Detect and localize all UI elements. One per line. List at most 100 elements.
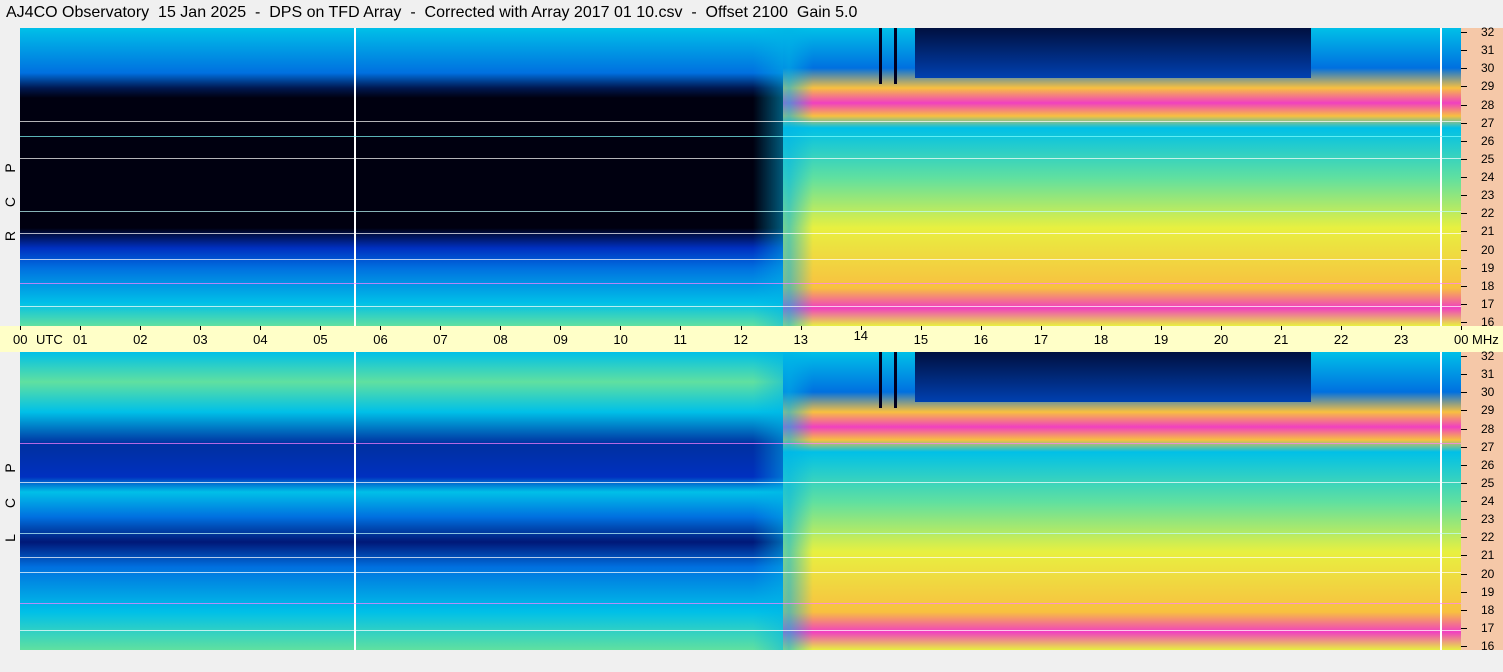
freq-tick xyxy=(1461,285,1467,287)
time-tick-label: 19 xyxy=(1153,332,1169,347)
lcp-sidebar: P C L xyxy=(0,352,20,650)
interference-line xyxy=(1439,352,1442,650)
time-tick xyxy=(980,326,982,330)
freq-tick xyxy=(1461,177,1467,178)
freq-tick-label: 31 xyxy=(1481,367,1495,382)
freq-tick-label: 30 xyxy=(1481,385,1495,400)
freq-tick xyxy=(1461,267,1467,269)
time-tick-label: 10 xyxy=(613,332,628,347)
freq-tick-label: 20 xyxy=(1481,566,1495,581)
pol-letter: C xyxy=(2,196,18,208)
carrier-stripe xyxy=(20,158,1461,160)
freq-tick-label: 30 xyxy=(1481,61,1495,76)
freq-tick-label: 25 xyxy=(1481,475,1495,490)
time-tick xyxy=(440,326,442,330)
freq-tick-label: 27 xyxy=(1481,439,1495,454)
freq-tick xyxy=(1461,555,1467,557)
freq-tick xyxy=(1461,140,1467,142)
dawn-transition xyxy=(752,28,813,326)
freq-tick xyxy=(1461,231,1467,233)
carrier-stripe xyxy=(20,629,1461,631)
interference-line xyxy=(878,28,882,84)
freq-tick-label: 23 xyxy=(1481,512,1495,527)
freq-tick xyxy=(1461,428,1467,430)
pol-letter: R xyxy=(2,230,18,242)
time-tick-label: 09 xyxy=(553,332,568,347)
dawn-transition xyxy=(752,352,813,650)
interference-line xyxy=(1439,28,1442,326)
freq-tick-label: 26 xyxy=(1481,457,1495,472)
freq-tick-label: 27 xyxy=(1481,115,1495,130)
time-tick xyxy=(320,326,322,330)
freq-tick xyxy=(1461,322,1467,323)
chart-title: AJ4CO Observatory 15 Jan 2025 - DPS on T… xyxy=(6,4,858,21)
time-tick xyxy=(920,326,922,330)
time-tick-label: 08 xyxy=(493,332,508,347)
freq-tick-label: 28 xyxy=(1481,97,1495,112)
time-tick-label: 02 xyxy=(133,332,148,347)
freq-tick xyxy=(1461,446,1467,448)
freq-tick xyxy=(1461,122,1467,124)
time-tick xyxy=(260,326,262,330)
time-tick xyxy=(1040,326,1042,330)
time-tick xyxy=(1160,326,1162,330)
freq-tick xyxy=(1461,482,1467,484)
carrier-stripe xyxy=(20,136,1461,138)
freq-tick-label: 23 xyxy=(1481,188,1495,203)
freq-tick-label: 19 xyxy=(1481,584,1495,599)
time-tick-label: 20 xyxy=(1213,332,1229,347)
time-tick xyxy=(500,326,502,330)
freq-tick-label: 32 xyxy=(1481,25,1495,39)
carrier-stripe xyxy=(20,258,1461,260)
carrier-stripe xyxy=(20,121,1461,123)
time-tick-label: 22 xyxy=(1333,332,1349,347)
freq-tick xyxy=(1461,249,1467,251)
freq-tick-label: 29 xyxy=(1481,79,1495,94)
freq-tick-label: 22 xyxy=(1481,206,1495,221)
lcp-spectrogram xyxy=(20,352,1461,650)
freq-tick-label: 18 xyxy=(1481,602,1495,617)
time-tick xyxy=(140,326,142,330)
freq-tick-label: 20 xyxy=(1481,242,1495,257)
time-tick-label: 05 xyxy=(313,332,328,347)
time-tick xyxy=(80,326,82,330)
carrier-stripe xyxy=(20,482,1461,484)
high-freq-dark xyxy=(914,28,1311,79)
time-tick-label: 12 xyxy=(733,332,748,347)
carrier-stripe xyxy=(20,305,1461,307)
time-tick-label: 11 xyxy=(673,332,687,347)
freq-tick xyxy=(1461,573,1467,575)
time-tick xyxy=(1461,326,1462,330)
freq-tick xyxy=(1461,501,1467,502)
time-tick xyxy=(800,326,802,330)
freq-tick xyxy=(1461,646,1467,647)
carrier-stripe xyxy=(20,232,1461,234)
utc-time-axis: 00 01 02 03 04 05 06 07 08 09 10 11 12 13 14 15 16 17 18 19… xyxy=(0,326,1503,352)
time-tick-label: 07 xyxy=(433,332,448,347)
carrier-stripe xyxy=(20,443,1461,445)
time-tick-label: 01 xyxy=(73,332,88,347)
interference-line xyxy=(893,352,897,408)
time-tick xyxy=(20,326,21,330)
freq-unit-label: MHz xyxy=(1472,332,1499,347)
freq-tick-label: 22 xyxy=(1481,530,1495,545)
time-tick-label: 06 xyxy=(373,332,388,347)
freq-tick xyxy=(1461,609,1467,611)
carrier-stripe xyxy=(20,571,1461,573)
freq-tick xyxy=(1461,519,1467,521)
freq-tick-label: 24 xyxy=(1481,170,1495,184)
freq-tick-label: 32 xyxy=(1481,349,1495,363)
night-band xyxy=(20,352,795,650)
pol-letter: P xyxy=(2,463,18,473)
time-tick xyxy=(620,326,622,330)
freq-tick xyxy=(1461,86,1467,88)
time-tick-label: 18 xyxy=(1093,332,1109,347)
freq-tick xyxy=(1461,195,1467,197)
time-tick xyxy=(1220,326,1222,330)
freq-tick xyxy=(1461,158,1467,160)
carrier-stripe xyxy=(20,532,1461,534)
rcp-frequency-axis: 32 31 30 29 28 27 26 25 24 23 22 21 20 19 18 17 16 xyxy=(1461,25,1503,328)
freq-tick-label: 18 xyxy=(1481,278,1495,293)
time-tick xyxy=(680,326,682,330)
time-tick xyxy=(200,326,202,330)
